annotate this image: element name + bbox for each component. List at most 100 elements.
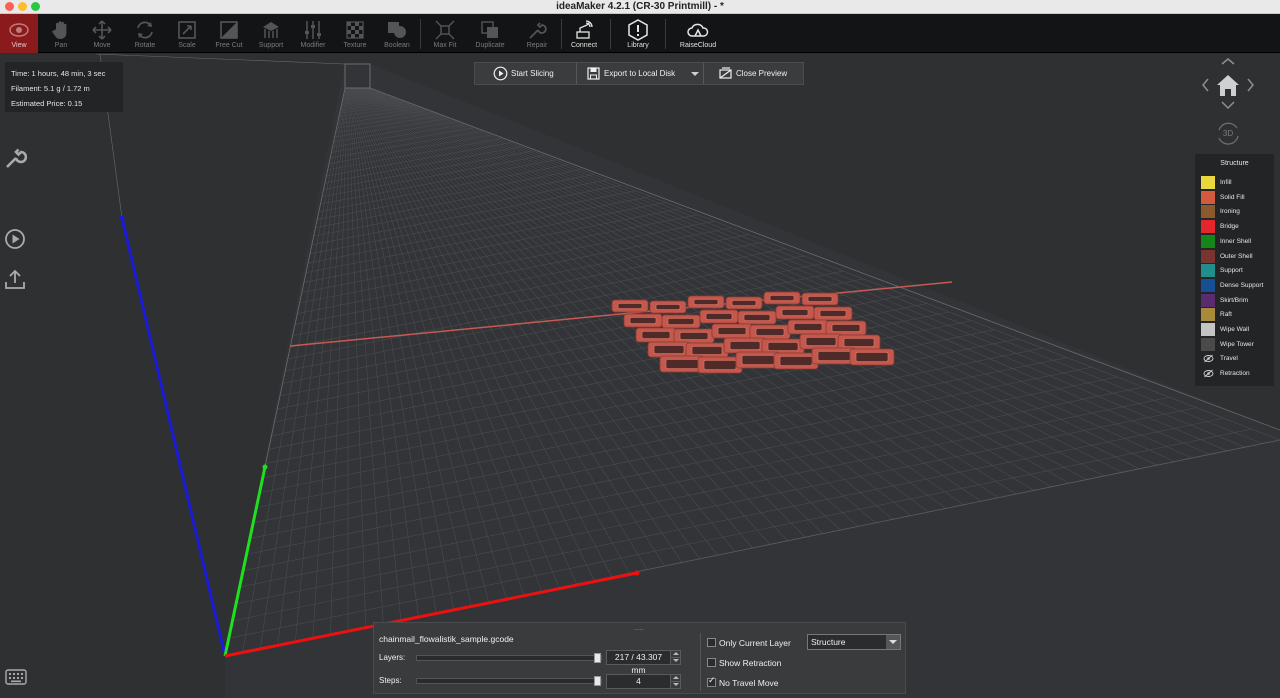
chainmail-link [647,341,691,358]
repair-tool-button[interactable]: Repair [516,14,558,53]
tool-label-duplicate: Duplicate [475,42,505,49]
layers-spinbox[interactable]: 217 / 43.307 mm [606,650,681,675]
legend-item[interactable]: Travel [1201,352,1274,365]
legend-swatch[interactable] [1201,308,1215,322]
chainmail-link [673,328,715,344]
chevron-down-icon[interactable] [886,635,900,649]
legend-item[interactable]: Skirt/Brim [1201,293,1274,307]
steps-spinbox[interactable]: 4 [606,674,681,689]
scene-canvas[interactable] [0,54,1280,698]
legend-swatch[interactable] [1201,249,1215,263]
legend-swatch[interactable] [1201,323,1215,336]
max-fit-tool-button[interactable]: Max Fit [424,14,466,53]
eye-hidden-icon[interactable] [1203,354,1214,363]
panel-grip[interactable]: ..... [634,625,644,632]
toolbar-separator [610,19,611,49]
legend-swatch[interactable] [1201,234,1215,248]
view-tool-button[interactable]: View [0,14,38,53]
play-preview-button[interactable] [3,227,27,251]
only-current-layer-box[interactable] [707,638,716,647]
legend-swatch[interactable] [1201,220,1215,234]
legend-item[interactable]: Outer Shell [1201,249,1274,263]
tool-label-connect: Connect [570,42,598,49]
chainmail-link [825,320,867,336]
chainmail-link [697,356,743,374]
library-icon [626,19,650,41]
legend-swatch[interactable] [1201,337,1215,351]
steps-slider[interactable] [416,676,602,686]
layers-slider[interactable] [416,653,602,663]
rotate-down-icon[interactable] [1221,101,1235,110]
chainmail-link [699,309,739,324]
frame-line [95,54,346,65]
boolean-tool-button[interactable]: Boolean [376,14,418,53]
layers-decrement-button[interactable] [670,657,680,664]
legend-label: Bridge [1220,223,1239,231]
tool-label-move: Move [93,42,111,49]
start-slicing-button[interactable]: Start Slicing [475,63,576,84]
legend-title: Structure [1220,160,1249,167]
3d-view-icon[interactable]: 3D [1218,122,1239,145]
legend-item[interactable]: Inner Shell [1201,234,1274,248]
raisecloud-tool-button[interactable]: RaiseCloud [677,14,719,53]
tool-label-modifier: Modifier [300,42,326,49]
scale-tool-button[interactable]: Scale [166,14,208,53]
chainmail-link [623,313,663,328]
rotate-right-icon[interactable] [1247,78,1254,92]
steps-decrement-button[interactable] [670,681,680,688]
export-dropdown-button[interactable] [687,63,703,84]
rotate-left-icon[interactable] [1202,78,1209,92]
legend-item[interactable]: Raft [1201,308,1274,322]
duplicate-tool-button[interactable]: Duplicate [469,14,511,53]
rotate-tool-button[interactable]: Rotate [124,14,166,53]
legend-item[interactable]: Infill [1201,176,1274,189]
support-tool-button[interactable]: Support [250,14,292,53]
legend-item[interactable]: Dense Support [1201,278,1274,292]
export-local-disk-button[interactable]: Export to Local Disk [577,63,703,84]
steps-value: 4 [636,676,641,686]
modifier-tool-button[interactable]: Modifier [292,14,334,53]
move-tool-button[interactable]: Move [81,14,123,53]
connect-tool-button[interactable]: Connect [563,14,605,53]
only-current-layer-label: Only Current Layer [719,638,791,648]
pan-tool-button[interactable]: Pan [40,14,82,53]
legend-label: Wipe Wall [1220,326,1250,333]
sliders-icon [301,19,325,41]
view-navigation: 3D [1198,58,1258,150]
view-mode-select[interactable]: Structure [807,634,901,650]
legend-item[interactable]: Retraction [1201,367,1274,380]
only-current-layer-checkbox[interactable]: Only Current Layer [707,637,807,649]
rotate-up-icon[interactable] [1221,58,1235,65]
legend-swatch[interactable] [1201,264,1215,278]
eye-hidden-icon[interactable] [1203,369,1214,378]
legend-swatch[interactable] [1201,293,1215,307]
layers-slider-handle[interactable] [594,653,601,663]
start-slicing-label: Start Slicing [511,69,554,78]
no-travel-move-checkbox[interactable]: No Travel Move [707,676,807,689]
chainmail-link [749,324,791,340]
texture-tool-button[interactable]: Texture [334,14,376,53]
legend-swatch[interactable] [1201,176,1215,189]
show-retraction-box[interactable] [707,658,716,667]
legend-label: Support [1220,267,1243,275]
legend-item[interactable]: Wipe Wall [1201,323,1274,336]
3d-viewport[interactable] [0,54,1280,698]
settings-wrench-button[interactable] [3,146,28,170]
show-retraction-checkbox[interactable]: Show Retraction [707,657,807,669]
keyboard-shortcuts-button[interactable] [5,668,27,686]
home-view-icon[interactable] [1217,75,1239,96]
steps-slider-handle[interactable] [594,676,601,686]
upload-button[interactable] [3,267,27,291]
legend-swatch[interactable] [1201,205,1215,219]
library-tool-button[interactable]: Library [617,14,659,53]
legend-swatch[interactable] [1201,190,1215,204]
legend-item[interactable]: Wipe Tower [1201,337,1274,351]
legend-item[interactable]: Solid Fill [1201,190,1274,204]
no-travel-move-box[interactable] [707,676,716,687]
legend-swatch[interactable] [1201,278,1215,292]
legend-item[interactable]: Bridge [1201,220,1274,234]
legend-item[interactable]: Ironing [1201,205,1274,219]
close-preview-button[interactable]: Close Preview [704,63,804,84]
legend-item[interactable]: Support [1201,264,1274,278]
free-cut-tool-button[interactable]: Free Cut [208,14,250,53]
